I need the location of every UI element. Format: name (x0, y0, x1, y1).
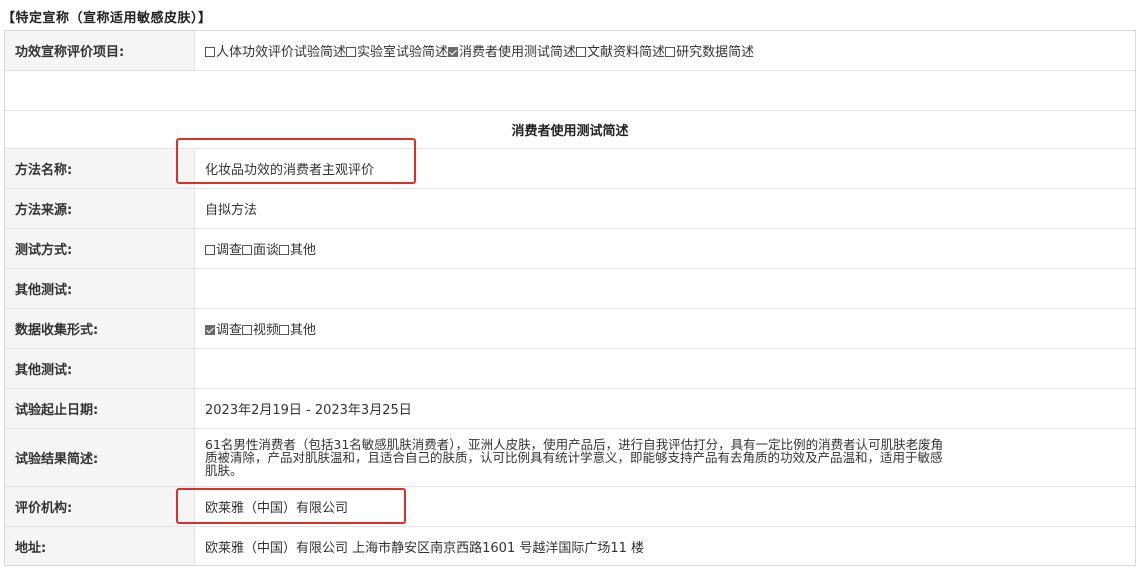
checkbox-literature[interactable] (576, 47, 587, 57)
test-dates-row: 试验起止日期: 2023年2月19日 - 2023年3月25日 (5, 389, 1135, 429)
other-test-row-1: 其他测试: (5, 269, 1135, 309)
option-human-efficacy[interactable]: 人体功效评价试验简述 (205, 41, 346, 60)
method-name-row: 方法名称: 化妆品功效的消费者主观评价 (5, 149, 1135, 189)
spacer-row (5, 71, 1135, 111)
option-label: 研究数据简述 (676, 45, 755, 60)
institution-label: 评价机构: (5, 487, 195, 526)
other-test-value-2 (205, 349, 1125, 388)
option-label: 其他 (290, 323, 317, 338)
checkbox-lab-test[interactable] (346, 47, 357, 57)
option-label: 面谈 (253, 243, 280, 258)
data-collection-options: 调查 视频 其他 (205, 309, 1125, 348)
section-title: 【特定宣称（宣称适用敏感皮肤）】 (2, 11, 212, 26)
claim-table: 功效宣称评价项目: 人体功效评价试验简述 实验室试验简述 消费者使用测试简述 文献资料… (4, 30, 1136, 566)
test-mode-label: 测试方式: (5, 229, 195, 268)
option-video[interactable]: 视频 (242, 319, 279, 338)
method-source-value: 自拟方法 (205, 203, 258, 218)
result-summary-label: 试验结果简述: (5, 429, 195, 486)
option-other[interactable]: 其他 (279, 319, 316, 338)
section-header-row: 消费者使用测试简述 (5, 111, 1135, 149)
test-mode-options: 调查 面谈 其他 (205, 229, 1125, 268)
method-name-label: 方法名称: (5, 149, 195, 188)
option-label: 人体功效评价试验简述 (216, 45, 347, 60)
method-source-row: 方法来源: 自拟方法 (5, 189, 1135, 229)
option-literature[interactable]: 文献资料简述 (576, 41, 665, 60)
data-collection-label: 数据收集形式: (5, 309, 195, 348)
address-value: 欧莱雅（中国）有限公司 上海市静安区南京西路1601 号越洋国际广场11 楼 (205, 540, 645, 556)
checkbox-survey[interactable] (205, 325, 215, 335)
option-consumer-test[interactable]: 消费者使用测试简述 (448, 41, 576, 60)
efficacy-label: 功效宣称评价项目: (5, 31, 195, 70)
option-label: 文献资料简述 (587, 45, 666, 60)
address-label: 地址: (5, 527, 195, 565)
option-survey[interactable]: 调查 (205, 239, 242, 258)
result-summary-row: 试验结果简述: 61名男性消费者（包括31名敏感肌肤消费者），亚洲人皮肤，使用产… (5, 429, 1135, 487)
option-lab-test[interactable]: 实验室试验简述 (346, 41, 448, 60)
checkbox-survey[interactable] (205, 245, 215, 255)
checkbox-human-efficacy[interactable] (205, 47, 215, 57)
efficacy-row: 功效宣称评价项目: 人体功效评价试验简述 实验室试验简述 消费者使用测试简述 文献资料… (5, 31, 1135, 71)
option-label: 调查 (216, 243, 243, 258)
result-summary-text: 61名男性消费者（包括31名敏感肌肤消费者），亚洲人皮肤，使用产品后，进行自我评… (205, 437, 944, 478)
checkbox-consumer-test[interactable] (448, 47, 459, 57)
option-label: 其他 (290, 243, 317, 258)
institution-row: 评价机构: 欧莱雅（中国）有限公司 (5, 487, 1135, 527)
efficacy-options: 人体功效评价试验简述 实验室试验简述 消费者使用测试简述 文献资料简述 研究数据简述 (205, 31, 1125, 70)
option-interview[interactable]: 面谈 (242, 239, 279, 258)
checkbox-other[interactable] (279, 325, 290, 335)
method-source-label: 方法来源: (5, 189, 195, 228)
data-collection-row: 数据收集形式: 调查 视频 其他 (5, 309, 1135, 349)
option-research-data[interactable]: 研究数据简述 (665, 41, 754, 60)
test-mode-row: 测试方式: 调查 面谈 其他 (5, 229, 1135, 269)
other-test-label-1: 其他测试: (5, 269, 195, 308)
checkbox-other[interactable] (279, 245, 290, 255)
option-label: 视频 (253, 323, 280, 338)
test-dates-label: 试验起止日期: (5, 389, 195, 428)
other-test-value-1 (205, 269, 1125, 308)
option-label: 调查 (216, 323, 243, 338)
address-row: 地址: 欧莱雅（中国）有限公司 上海市静安区南京西路1601 号越洋国际广场11… (5, 527, 1135, 565)
option-label: 消费者使用测试简述 (459, 45, 577, 60)
result-summary-cell: 61名男性消费者（包括31名敏感肌肤消费者），亚洲人皮肤，使用产品后，进行自我评… (205, 429, 1125, 486)
other-test-row-2: 其他测试: (5, 349, 1135, 389)
section-header: 消费者使用测试简述 (511, 124, 629, 139)
option-survey[interactable]: 调查 (205, 319, 242, 338)
highlight-box-institution (176, 488, 406, 524)
checkbox-research-data[interactable] (665, 47, 676, 57)
checkbox-video[interactable] (242, 325, 253, 335)
option-other[interactable]: 其他 (279, 239, 316, 258)
option-label: 实验室试验简述 (357, 45, 449, 60)
highlight-box-method-name (176, 138, 416, 184)
other-test-label-2: 其他测试: (5, 349, 195, 388)
test-dates-value: 2023年2月19日 - 2023年3月25日 (205, 403, 412, 418)
checkbox-interview[interactable] (242, 245, 253, 255)
